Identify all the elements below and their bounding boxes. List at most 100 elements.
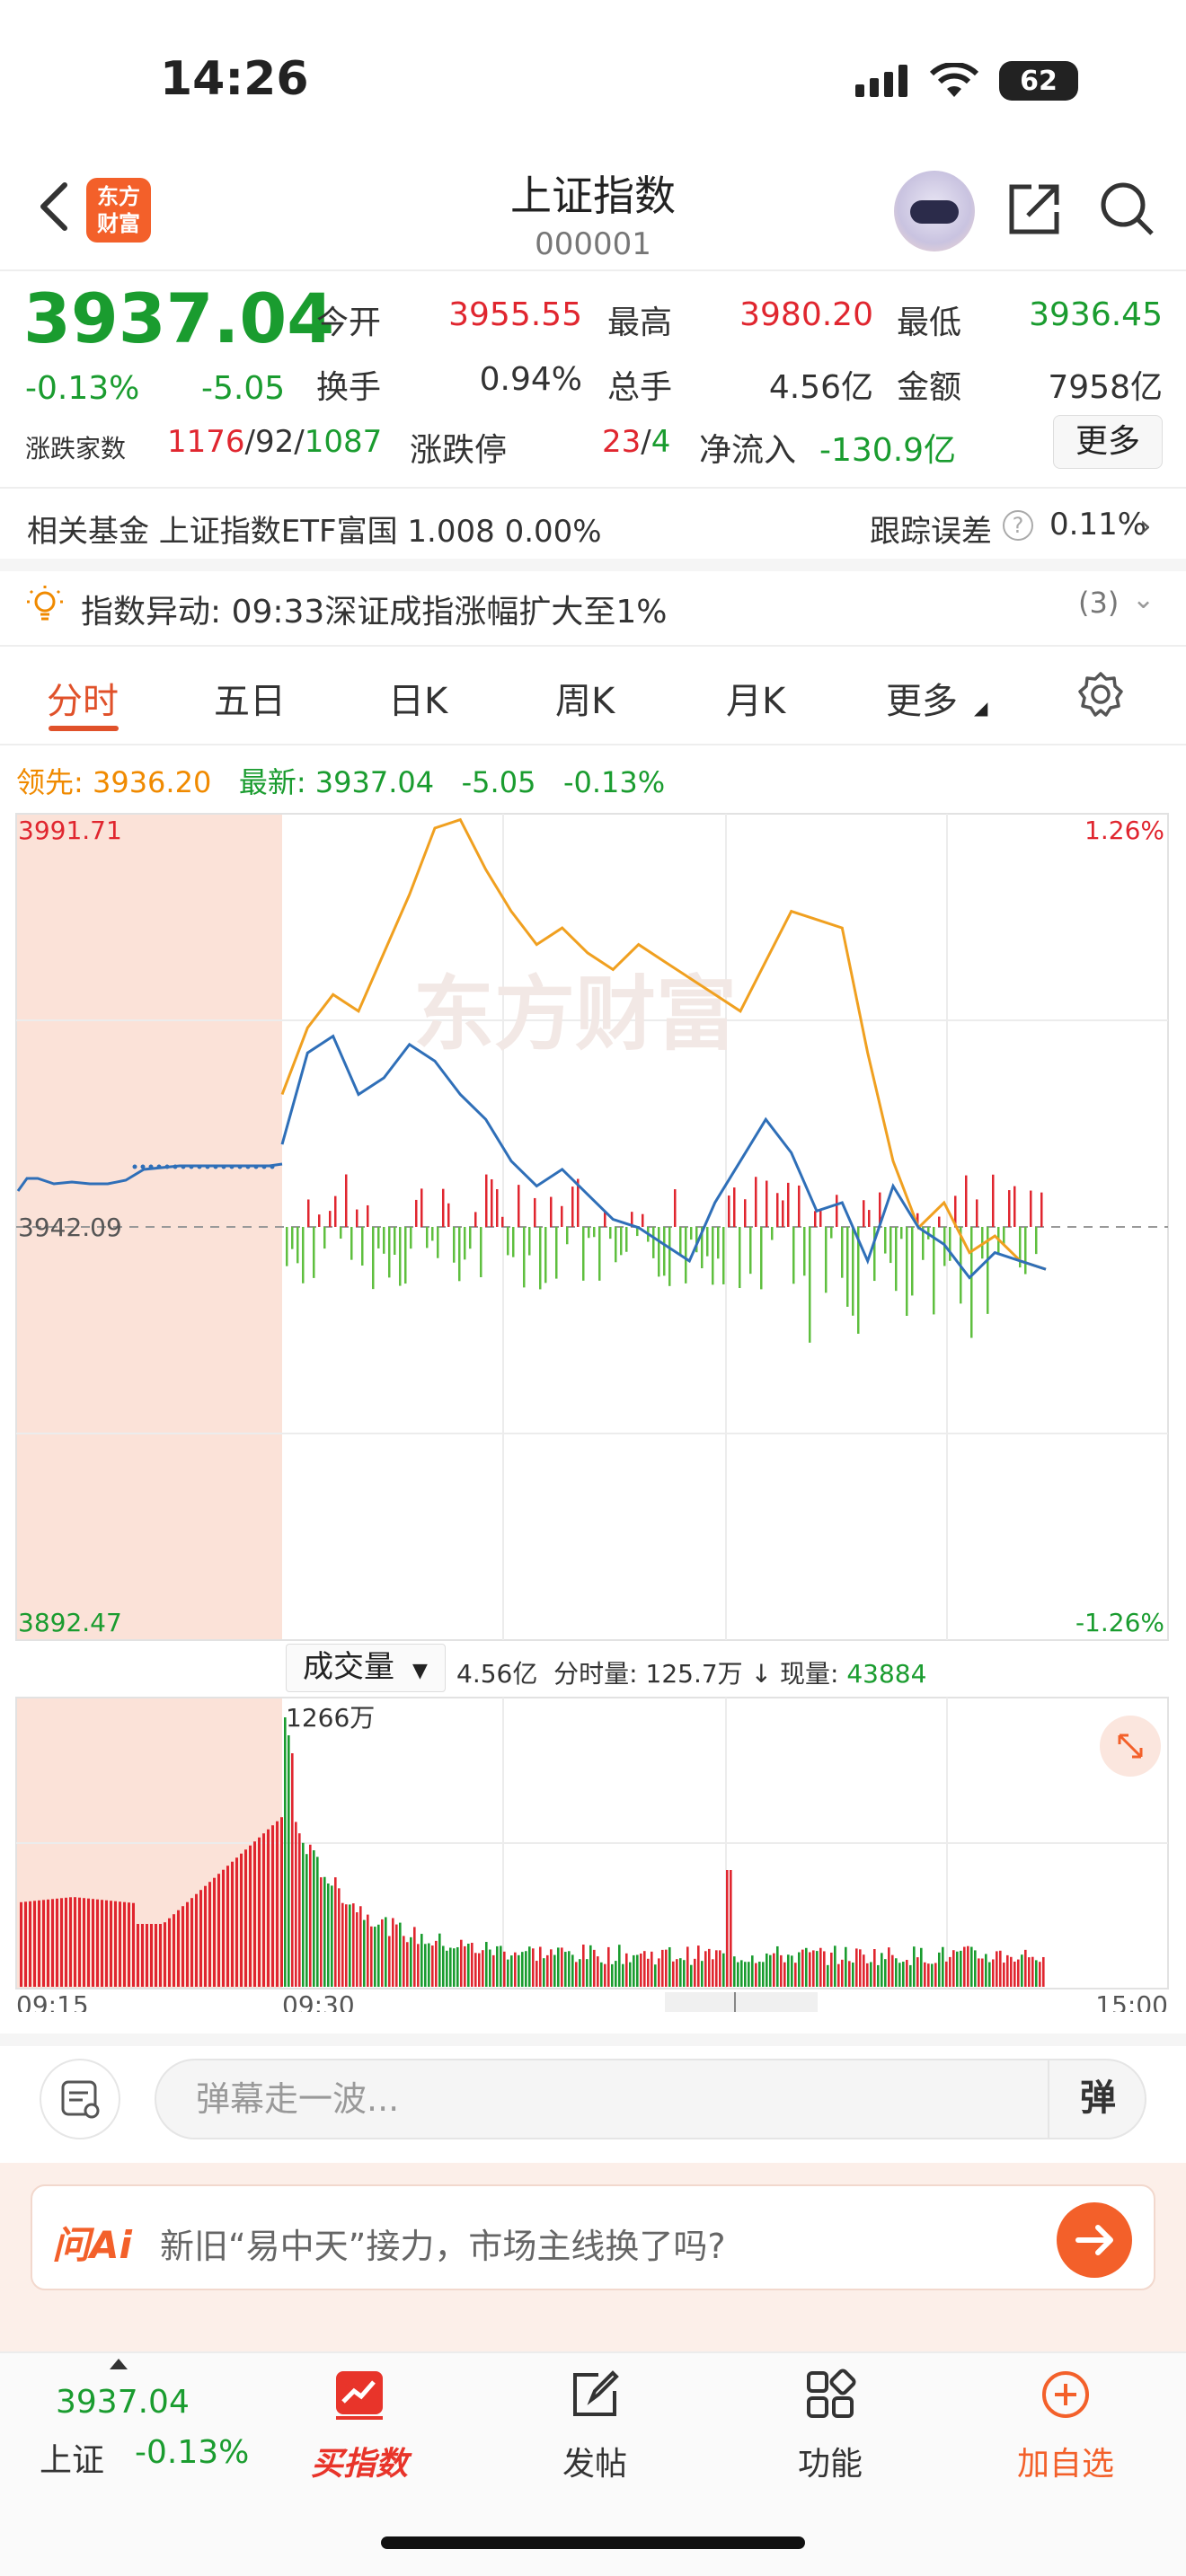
related-fund[interactable]: 相关基金 上证指数ETF富国 1.008 0.00% <box>27 507 602 551</box>
volume-bar <box>748 1962 750 1987</box>
volume-bar <box>780 1954 783 1987</box>
volume-bar <box>338 1888 341 1987</box>
arrow-right-button[interactable] <box>1057 2202 1132 2278</box>
tab-monthly-k[interactable]: 月K <box>726 672 785 724</box>
flow-bar <box>890 1227 892 1264</box>
intraday-chart[interactable]: 东方财富 3991.71 3942.09 3892.47 1.26% -1.26… <box>0 799 1186 2012</box>
assistant-avatar-icon[interactable] <box>894 171 975 251</box>
share-icon[interactable] <box>1006 180 1064 237</box>
tab-more[interactable]: 更多 <box>886 672 958 724</box>
flow-bar <box>906 1227 908 1316</box>
flow-bar <box>453 1227 456 1263</box>
chevron-down-icon[interactable]: ⌄ <box>1132 584 1155 615</box>
volume-bar <box>288 1735 290 1987</box>
flow-bar <box>566 1227 569 1245</box>
flow-bar <box>1008 1190 1011 1227</box>
volume-bar <box>1039 1962 1041 1987</box>
bottom-price[interactable]: 3937.04 <box>56 2384 190 2421</box>
volume-bar <box>42 1900 45 1987</box>
pre-market-dot <box>181 1164 186 1169</box>
tab-daily-k[interactable]: 日K <box>388 672 447 724</box>
flow-bar <box>776 1193 779 1227</box>
bottom-index-name[interactable]: 上证 <box>40 2434 104 2481</box>
post-button[interactable]: 发帖 <box>523 2368 667 2484</box>
volume-bar <box>137 1924 139 1987</box>
volume-bar <box>51 1899 54 1987</box>
volume-bar <box>988 1962 991 1987</box>
volume-bar <box>110 1901 112 1987</box>
volume-bar <box>181 1906 184 1987</box>
flow-bar <box>863 1200 865 1227</box>
search-icon[interactable] <box>1098 180 1155 237</box>
bottom-change-pct[interactable]: -0.13% <box>135 2434 249 2471</box>
volume-bar <box>575 1962 578 1987</box>
flow-bar <box>992 1174 995 1227</box>
pre-market-dot <box>213 1164 218 1169</box>
pre-market-dot <box>173 1164 178 1169</box>
volume-bar <box>173 1914 175 1987</box>
volume-label: 总手 <box>607 369 673 406</box>
flow-bar <box>900 1227 903 1239</box>
danmaku-input[interactable]: 弹幕走一波... <box>155 2059 1146 2139</box>
volume-bar <box>249 1845 252 1987</box>
volume-bar <box>33 1901 36 1987</box>
volume-bar <box>482 1950 484 1987</box>
add-watchlist-button[interactable]: 加自选 <box>994 2368 1137 2484</box>
volume-bar <box>29 1901 31 1987</box>
flow-bar <box>415 1199 418 1227</box>
caret-up-icon[interactable] <box>110 2359 128 2369</box>
volume-bar <box>226 1866 229 1987</box>
help-icon[interactable]: ? <box>1003 510 1033 541</box>
tab-weekly-k[interactable]: 周K <box>555 672 615 724</box>
flow-bar <box>302 1227 305 1284</box>
volume-bar <box>413 1927 416 1987</box>
gear-icon[interactable] <box>1076 670 1125 719</box>
functions-button[interactable]: 功能 <box>758 2368 902 2484</box>
volume-bar <box>931 1963 934 1987</box>
buy-index-button[interactable]: 买指数 <box>288 2368 431 2484</box>
tab-intraday[interactable]: 分时 <box>47 672 119 724</box>
flow-bar <box>480 1227 482 1277</box>
volume-bar <box>410 1936 412 1987</box>
volume-bar <box>363 1919 366 1987</box>
volume-bar <box>460 1939 463 1987</box>
index-alert[interactable]: 指数异动: 09:33深证成指涨幅扩大至1% <box>81 586 667 632</box>
change-value: -5.05 <box>201 370 286 407</box>
volume-indicator-select[interactable]: 成交量 ▼ <box>286 1644 446 1692</box>
flow-bar <box>690 1227 693 1240</box>
volume-bar <box>128 1902 130 1987</box>
volume-bar <box>217 1874 220 1987</box>
volume-bar <box>177 1910 180 1987</box>
volume-bar <box>719 1950 721 1987</box>
flow-bar <box>383 1227 385 1254</box>
flow-bar <box>717 1227 720 1259</box>
volume-bar <box>891 1954 894 1987</box>
volume-bar <box>1003 1963 1005 1987</box>
volume-bar <box>271 1825 274 1987</box>
volume-bar <box>694 1958 696 1987</box>
volume-bar <box>661 1949 664 1987</box>
volume-bar <box>514 1952 517 1987</box>
more-button[interactable]: 更多 <box>1053 415 1163 469</box>
edit-icon <box>573 2370 619 2416</box>
flow-bar <box>755 1177 757 1227</box>
volume-bar <box>313 1850 315 1987</box>
volume-bar <box>909 1964 912 1987</box>
chevron-right-icon[interactable]: › <box>1139 508 1152 544</box>
volume-bar <box>553 1954 556 1987</box>
flow-bar <box>404 1227 407 1284</box>
turnover-label: 换手 <box>316 369 382 406</box>
tab-five-day[interactable]: 五日 <box>214 672 286 724</box>
status-icons: 62 <box>855 61 1078 101</box>
flow-bar <box>561 1205 563 1227</box>
flow-bar <box>447 1203 450 1227</box>
volume-bar <box>186 1901 189 1987</box>
danmaku-settings-button[interactable] <box>40 2059 120 2139</box>
volume-bar <box>805 1947 808 1987</box>
danmaku-toggle-button[interactable]: 弹 <box>1048 2059 1146 2139</box>
flow-bar <box>782 1200 784 1227</box>
ai-question-text[interactable]: 新旧“易中天”接力，市场主线换了吗? <box>160 2219 726 2268</box>
volume-bar <box>884 1959 887 1987</box>
flow-bar <box>501 1216 504 1227</box>
volume-bar <box>341 1902 344 1987</box>
